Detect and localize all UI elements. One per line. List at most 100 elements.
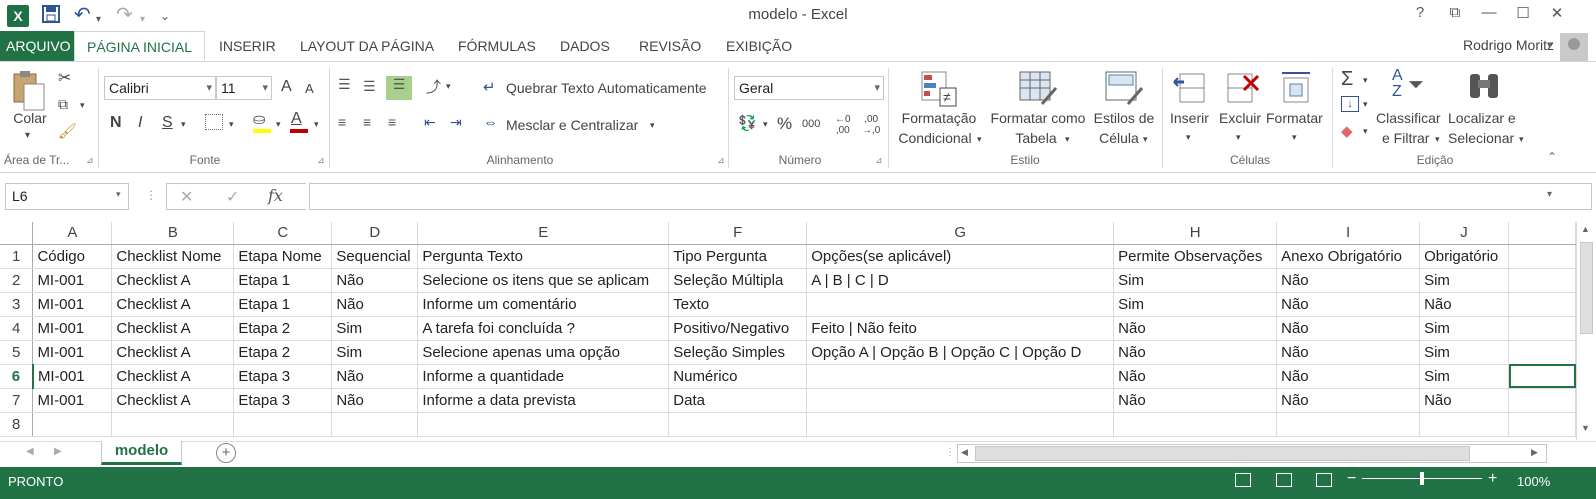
worksheet-grid[interactable]: A B C D E F G H I J 1 Código Checklist Nom… — [0, 222, 1576, 440]
format-cells-dropdown-icon[interactable]: ▾ — [1292, 132, 1297, 143]
cell[interactable]: Não — [1276, 292, 1421, 317]
row-header[interactable]: 4 — [0, 316, 34, 341]
cell-styles-dropdown-icon[interactable]: ▾ — [1143, 134, 1148, 145]
merge-dropdown-icon[interactable]: ▾ — [650, 120, 655, 131]
cell[interactable]: MI-001 — [32, 316, 113, 341]
tab-exibicao[interactable]: EXIBIÇÃO — [714, 31, 804, 61]
cell[interactable] — [1508, 388, 1576, 413]
format-as-table-icon[interactable] — [1018, 70, 1058, 111]
cell[interactable]: Não — [1419, 292, 1510, 317]
cell[interactable]: A tarefa foi concluída ? — [417, 316, 670, 341]
clear-dropdown-icon[interactable]: ▾ — [1363, 126, 1368, 137]
insert-cells-icon[interactable] — [1172, 70, 1208, 109]
cell[interactable] — [1508, 340, 1576, 365]
formula-input[interactable] — [309, 183, 1592, 210]
font-color-dropdown-icon[interactable]: ▾ — [314, 119, 319, 130]
insert-cells-dropdown-icon[interactable]: ▾ — [1186, 132, 1191, 143]
avatar[interactable] — [1560, 33, 1588, 61]
format-cells-icon[interactable] — [1278, 68, 1314, 107]
cell[interactable]: Etapa 1 — [233, 292, 333, 317]
undo-icon[interactable]: ↶ — [74, 5, 91, 25]
name-box[interactable]: L6 — [5, 183, 129, 210]
cell[interactable] — [1508, 268, 1576, 293]
fill-color-icon[interactable]: ⛀ — [253, 110, 266, 128]
scroll-left-icon[interactable]: ◀ — [961, 447, 968, 458]
cell[interactable] — [806, 412, 1115, 437]
insert-cells-button[interactable]: Inserir — [1170, 110, 1209, 126]
name-box-dropdown-icon[interactable]: ▾ — [116, 189, 121, 200]
tab-layout-da-pagina[interactable]: LAYOUT DA PÁGINA — [288, 31, 446, 61]
cell-styles-label-2[interactable]: Célula — [1094, 130, 1144, 146]
enter-icon[interactable]: ✓ — [226, 187, 239, 207]
decrease-indent-icon[interactable]: ⇤ — [424, 114, 436, 131]
cell[interactable]: Sim — [1419, 340, 1510, 365]
horizontal-scroll-thumb[interactable] — [975, 446, 1470, 461]
paste-icon[interactable] — [10, 70, 50, 111]
cell[interactable]: Sim — [1419, 364, 1510, 389]
cell[interactable] — [1508, 316, 1576, 341]
accounting-format-icon[interactable]: 💱 — [738, 114, 757, 132]
tab-inserir[interactable]: INSERIR — [207, 31, 288, 61]
cell[interactable]: Não — [1276, 316, 1421, 341]
copy-dropdown-icon[interactable]: ▾ — [80, 100, 85, 111]
column-header[interactable]: B — [111, 222, 235, 245]
sort-filter-dropdown-icon[interactable]: ▾ — [1435, 134, 1440, 145]
percent-style-button[interactable]: % — [777, 114, 792, 134]
redo-icon[interactable]: ↷ — [116, 5, 133, 25]
italic-button[interactable]: I — [138, 114, 142, 132]
column-header[interactable]: G — [806, 222, 1115, 245]
user-dropdown-icon[interactable]: ▾ — [1547, 40, 1552, 51]
zoom-level[interactable]: 100% — [1517, 474, 1550, 489]
insert-function-icon[interactable]: fx — [268, 186, 283, 205]
clipboard-launcher-icon[interactable]: ⊿ — [86, 155, 94, 166]
cell[interactable] — [1508, 292, 1576, 317]
paste-dropdown-icon[interactable]: ▾ — [25, 130, 30, 141]
align-left-icon[interactable]: ≡ — [338, 114, 346, 130]
zoom-out-icon[interactable]: − — [1347, 470, 1356, 488]
format-as-table-label-1[interactable]: Formatar como — [986, 110, 1090, 126]
close-icon[interactable]: ✕ — [1542, 4, 1572, 22]
orientation-icon[interactable]: ⤴ — [426, 76, 441, 97]
orientation-dropdown-icon[interactable]: ▾ — [446, 81, 451, 92]
cell[interactable] — [1276, 412, 1421, 437]
merge-center-button[interactable]: Mesclar e Centralizar — [506, 117, 638, 133]
cell[interactable]: Texto — [668, 292, 808, 317]
cell[interactable]: MI-001 — [32, 340, 113, 365]
cell[interactable]: Não — [331, 364, 419, 389]
delete-cells-button[interactable]: Excluir — [1219, 110, 1261, 126]
save-icon[interactable] — [42, 5, 60, 29]
cell[interactable] — [806, 292, 1115, 317]
font-name-select[interactable]: Calibri — [104, 76, 216, 100]
sort-filter-label-2[interactable]: e Filtrar — [1382, 130, 1429, 146]
cell[interactable]: Checklist A — [111, 340, 235, 365]
tab-pagina-inicial[interactable]: PÁGINA INICIAL — [74, 31, 206, 61]
cell[interactable]: Pergunta Texto — [417, 244, 670, 269]
cell[interactable] — [417, 412, 670, 437]
find-select-label-2[interactable]: Selecionar — [1448, 130, 1514, 146]
cell[interactable] — [668, 412, 808, 437]
cell[interactable]: Etapa 2 — [233, 316, 333, 341]
cell[interactable]: Data — [668, 388, 808, 413]
bold-button[interactable]: N — [110, 114, 122, 132]
accounting-dropdown-icon[interactable]: ▾ — [763, 119, 768, 130]
fill-icon[interactable]: ↓ — [1341, 96, 1359, 112]
row-header[interactable]: 1 — [0, 244, 34, 269]
clear-icon[interactable]: ◆ — [1341, 122, 1353, 140]
find-select-label-1[interactable]: Localizar e — [1448, 110, 1516, 126]
cell[interactable]: Não — [1113, 388, 1278, 413]
increase-decimal-button[interactable]: ←0,00 — [835, 114, 851, 136]
cell[interactable]: Permite Observações — [1113, 244, 1278, 269]
align-top-icon[interactable]: ☰ — [338, 76, 351, 93]
font-color-icon[interactable]: A — [291, 110, 302, 128]
format-cells-button[interactable]: Formatar — [1266, 110, 1323, 126]
expand-formula-bar-icon[interactable]: ▾ — [1547, 189, 1552, 200]
tab-dados[interactable]: DADOS — [548, 31, 622, 61]
format-as-table-label-2[interactable]: Tabela — [1006, 130, 1066, 146]
cell[interactable]: Obrigatório — [1419, 244, 1510, 269]
cell[interactable]: Não — [1276, 388, 1421, 413]
cell[interactable]: Checklist A — [111, 268, 235, 293]
cell[interactable]: Anexo Obrigatório — [1276, 244, 1421, 269]
new-sheet-icon[interactable]: + — [216, 443, 236, 463]
cell[interactable]: Sim — [331, 316, 419, 341]
row-header[interactable]: 7 — [0, 388, 34, 413]
